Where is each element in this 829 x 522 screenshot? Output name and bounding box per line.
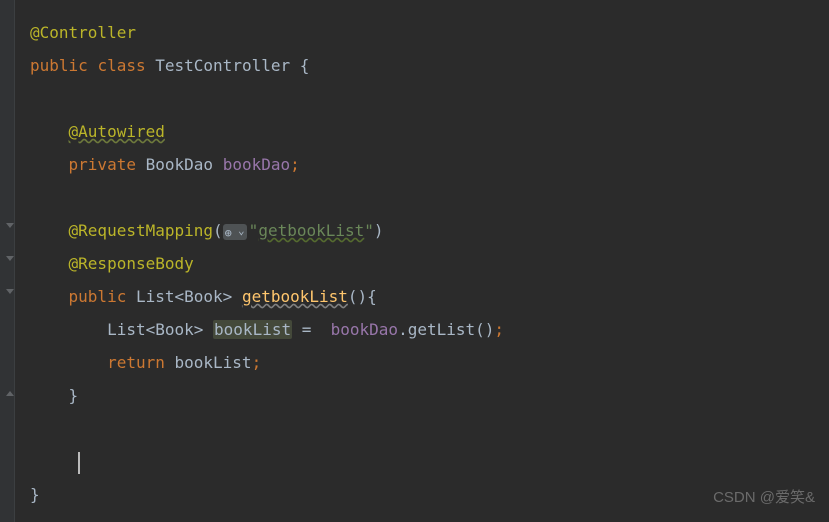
assign: = bbox=[292, 320, 331, 339]
code-line: List<Book> bookList = bookDao.getList(); bbox=[30, 315, 829, 348]
semicolon: ; bbox=[252, 353, 262, 372]
method-call: getList bbox=[408, 320, 475, 339]
editor-gutter bbox=[0, 0, 15, 522]
fold-end-icon[interactable] bbox=[5, 387, 15, 397]
code-editor[interactable]: @Controller public class TestController … bbox=[0, 0, 829, 513]
type: List<Book> bbox=[107, 320, 203, 339]
paren: ( bbox=[213, 221, 223, 240]
keyword: return bbox=[107, 353, 165, 372]
code-line: } bbox=[30, 381, 829, 414]
annotation: @Autowired bbox=[69, 122, 165, 141]
keyword: public bbox=[69, 287, 127, 306]
annotation: @Controller bbox=[30, 23, 136, 42]
params: (){ bbox=[348, 287, 377, 306]
type: BookDao bbox=[146, 155, 213, 174]
fold-icon[interactable] bbox=[5, 255, 15, 265]
text-cursor bbox=[78, 452, 80, 474]
code-line: } bbox=[30, 480, 829, 513]
brace: { bbox=[290, 56, 309, 75]
code-line: @RequestMapping( "getbookList") bbox=[30, 216, 829, 249]
code-line: return bookList; bbox=[30, 348, 829, 381]
code-line: public class TestController { bbox=[30, 51, 829, 84]
field-ref: bookDao bbox=[331, 320, 398, 339]
code-line: @ResponseBody bbox=[30, 249, 829, 282]
paren: ) bbox=[374, 221, 384, 240]
field: bookDao bbox=[223, 155, 290, 174]
semicolon: ; bbox=[494, 320, 504, 339]
watermark: CSDN @爱笑& bbox=[713, 484, 815, 513]
code-line: @Controller bbox=[30, 18, 829, 51]
semicolon: ; bbox=[290, 155, 300, 174]
code-line bbox=[30, 447, 829, 480]
code-line bbox=[30, 84, 829, 117]
method-declaration: getbookList bbox=[242, 287, 348, 306]
variable-highlighted: bookList bbox=[213, 320, 292, 339]
code-line: @Autowired bbox=[30, 117, 829, 150]
globe-icon[interactable] bbox=[223, 224, 247, 240]
dot: . bbox=[398, 320, 408, 339]
string-quote: " bbox=[364, 221, 374, 240]
url-mapping: getbookList bbox=[258, 221, 364, 240]
annotation: @RequestMapping bbox=[69, 221, 214, 240]
code-line bbox=[30, 414, 829, 447]
string-quote: " bbox=[249, 221, 259, 240]
annotation: @ResponseBody bbox=[69, 254, 194, 273]
code-line: public List<Book> getbookList(){ bbox=[30, 282, 829, 315]
fold-icon[interactable] bbox=[5, 222, 15, 232]
return-type: List<Book> bbox=[136, 287, 232, 306]
keyword: public bbox=[30, 56, 88, 75]
brace: } bbox=[30, 485, 40, 504]
brace: } bbox=[69, 386, 79, 405]
code-line bbox=[30, 183, 829, 216]
class-name: TestController bbox=[155, 56, 290, 75]
keyword: private bbox=[69, 155, 136, 174]
variable: bookList bbox=[175, 353, 252, 372]
parens: () bbox=[475, 320, 494, 339]
code-line: private BookDao bookDao; bbox=[30, 150, 829, 183]
keyword: class bbox=[97, 56, 145, 75]
fold-icon[interactable] bbox=[5, 288, 15, 298]
